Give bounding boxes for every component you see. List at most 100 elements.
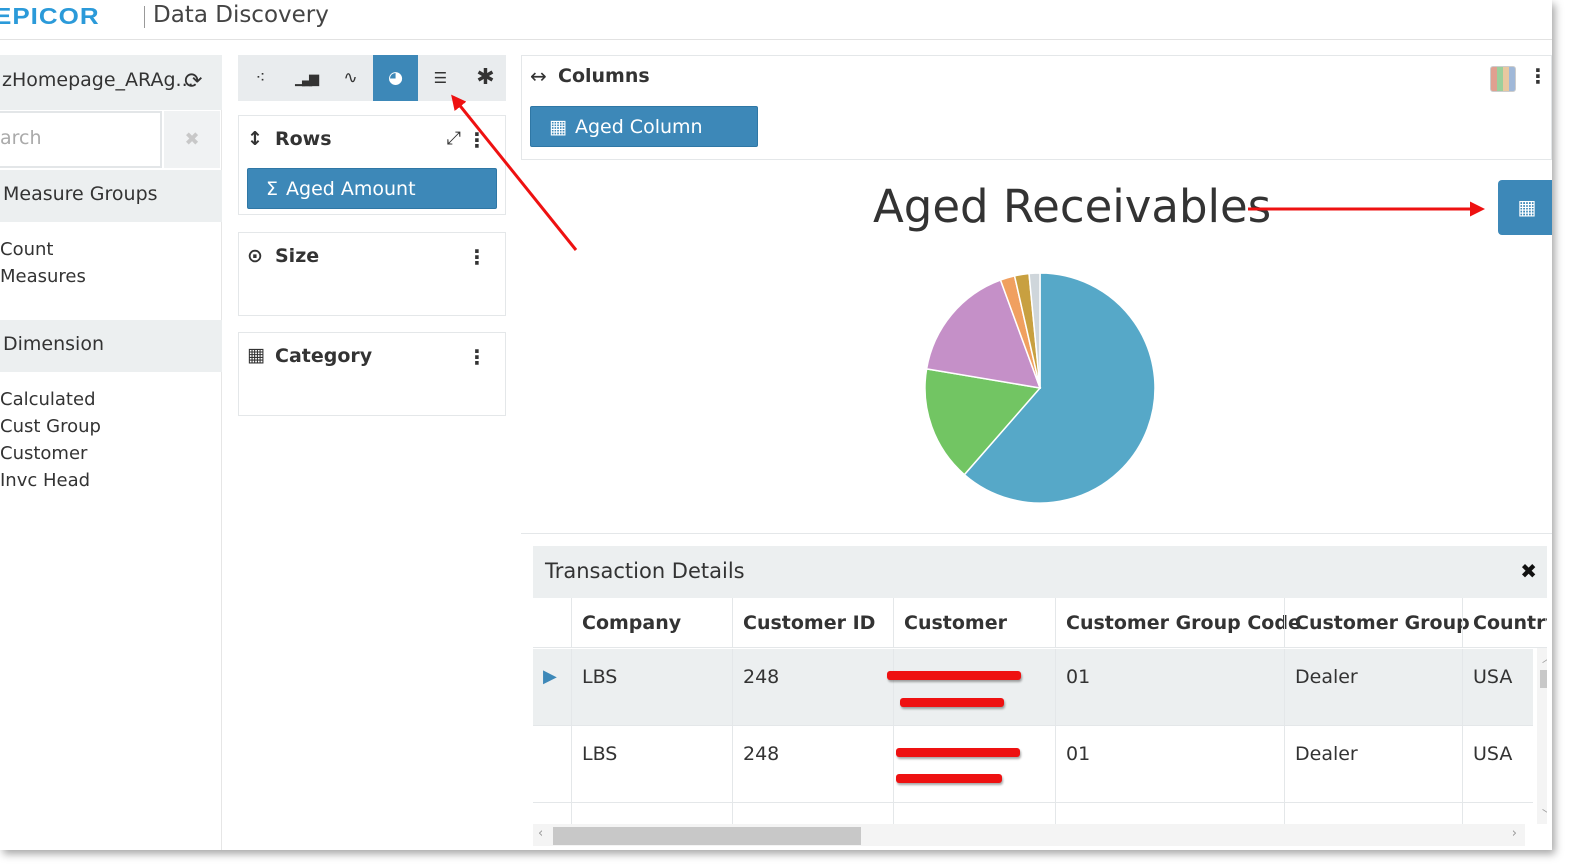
horizontal-arrows-icon: ↔ — [530, 64, 547, 88]
cell-partial — [893, 803, 1055, 824]
selected-row-icon: ▶ — [543, 666, 557, 687]
details-title: Transaction Details — [545, 559, 745, 583]
pie-chart — [924, 272, 1156, 504]
cell-customer-redacted — [887, 649, 1055, 726]
horizontal-scroll-thumb[interactable] — [553, 827, 861, 845]
table-row[interactable]: ▶ LBS 248 01 Dealer USA — [533, 649, 1533, 726]
transaction-details-panel: Transaction Details ✖ Company Customer I… — [521, 533, 1552, 850]
scatter-icon: ⁖ — [255, 68, 266, 88]
scatter-chart-button[interactable]: ⁖ — [238, 55, 283, 101]
refresh-icon[interactable]: ⟳ — [184, 69, 202, 94]
show-table-button[interactable]: ▦ — [1498, 180, 1552, 235]
scroll-right-icon[interactable]: › — [1512, 826, 1517, 841]
redaction-mark — [896, 774, 1002, 783]
scroll-left-icon[interactable]: ‹ — [538, 826, 543, 841]
scroll-up-icon[interactable]: ︿ — [1542, 650, 1547, 666]
columns-kebab-icon[interactable]: ⋮ — [1528, 64, 1548, 88]
cell-customer-id: 248 — [732, 649, 893, 726]
grid-header-row: Company Customer ID Customer Customer Gr… — [533, 598, 1547, 648]
cell-company: LBS — [571, 649, 732, 726]
sigma-icon: Σ — [266, 178, 279, 200]
grid-icon: ▦ — [247, 344, 265, 366]
redaction-mark — [887, 671, 1021, 680]
field-search-input[interactable] — [0, 113, 148, 163]
details-grid: Company Customer ID Customer Customer Gr… — [533, 598, 1547, 824]
cell-company: LBS — [571, 726, 732, 803]
table-row[interactable]: LBS 248 01 Dealer USA — [533, 726, 1533, 803]
cell-partial — [1284, 803, 1462, 824]
color-palette-icon[interactable] — [1490, 66, 1516, 92]
fields-panel: zHomepage_ARAg... ⟳ ✖ Measure Groups Cou… — [0, 55, 222, 850]
vertical-arrows-icon: ↕ — [247, 128, 263, 150]
chart-type-toolbar: ⁖ ▁▃▆ ∿ ◕ ☰ ✱ — [238, 55, 506, 101]
measure-groups-label: Measure Groups — [3, 183, 158, 205]
line-chart-button[interactable]: ∿ — [328, 55, 373, 101]
scroll-down-icon[interactable]: ﹀ — [1542, 806, 1547, 822]
table-icon: ▦ — [1517, 195, 1537, 219]
redaction-mark — [900, 698, 1004, 707]
clear-search-button[interactable]: ✖ — [164, 111, 220, 168]
size-card: ⊙ Size ⋮ — [238, 232, 506, 316]
star-icon: ✱ — [476, 65, 495, 90]
app-title: Data Discovery — [153, 2, 329, 28]
dimension-label: Dimension — [3, 333, 104, 355]
header-divider — [144, 6, 145, 28]
rows-title: Rows — [275, 128, 332, 150]
column-header-customer-group-code[interactable]: Customer Group Code — [1055, 598, 1301, 648]
dataset-selector[interactable]: zHomepage_ARAg... ⟳ — [0, 55, 222, 110]
horizontal-scrollbar[interactable]: ‹ › — [533, 824, 1525, 846]
chart-title: Aged Receivables — [873, 180, 1272, 233]
aged-column-pill[interactable]: ▦ Aged Column — [530, 106, 758, 147]
tree-item-measures[interactable]: Measures — [0, 266, 86, 287]
column-header-customer-id[interactable]: Customer ID — [732, 598, 893, 648]
cell-customer-group: Dealer — [1284, 726, 1462, 803]
column-header-country[interactable]: Country — [1462, 598, 1547, 648]
cell-customer-id: 248 — [732, 726, 893, 803]
cell-country: USA — [1462, 726, 1537, 803]
dimension-header[interactable]: Dimension — [0, 320, 222, 372]
table-view-button[interactable]: ☰ — [418, 55, 463, 101]
measure-groups-header[interactable]: Measure Groups — [0, 170, 222, 222]
tree-item-cust-group[interactable]: Cust Group — [0, 416, 101, 437]
cell-group-code: 01 — [1055, 726, 1284, 803]
category-kebab-icon[interactable]: ⋮ — [467, 345, 487, 369]
tree-item-calculated[interactable]: Calculated — [0, 389, 96, 410]
line-chart-icon: ∿ — [343, 68, 358, 88]
bar-chart-button[interactable]: ▁▃▆ — [283, 55, 328, 101]
cell-country: USA — [1462, 649, 1537, 726]
field-search-box[interactable] — [0, 111, 162, 168]
column-header-company[interactable]: Company — [571, 598, 732, 648]
dataset-name: zHomepage_ARAg... — [2, 69, 194, 91]
columns-shelf: ↔ Columns ⋮ ▦ Aged Column — [521, 55, 1552, 160]
aged-column-label: Aged Column — [574, 116, 703, 138]
tree-item-invc-head[interactable]: Invc Head — [0, 470, 90, 491]
size-kebab-icon[interactable]: ⋮ — [467, 245, 487, 269]
details-header: Transaction Details ✖ — [533, 546, 1547, 598]
epicor-logo: EPICOR — [0, 2, 100, 30]
target-icon: ⊙ — [247, 245, 263, 267]
vertical-scrollbar[interactable]: ︿ ﹀ — [1537, 648, 1547, 824]
app-window: EPICOR Data Discovery zHomepage_ARAg... … — [0, 0, 1552, 850]
pie-chart-button[interactable]: ◕ — [373, 55, 418, 101]
table-row-partial[interactable] — [533, 803, 1533, 824]
cell-partial — [1462, 803, 1537, 824]
vertical-scroll-thumb[interactable] — [1540, 670, 1547, 688]
star-chart-button[interactable]: ✱ — [463, 55, 508, 101]
tree-item-customer[interactable]: Customer — [0, 443, 87, 464]
expand-icon[interactable]: ⤢ — [447, 128, 461, 149]
cell-group-code: 01 — [1055, 649, 1284, 726]
aged-amount-pill[interactable]: Σ Aged Amount — [247, 168, 497, 209]
columns-title: Columns — [558, 65, 650, 87]
close-details-icon[interactable]: ✖ — [1520, 559, 1537, 583]
rows-kebab-icon[interactable]: ⋮ — [467, 128, 487, 152]
redaction-mark — [896, 748, 1020, 757]
rows-card: ↕ Rows ⤢ ⋮ Σ Aged Amount — [238, 115, 506, 215]
cell-customer-group: Dealer — [1284, 649, 1462, 726]
tree-item-count[interactable]: Count — [0, 239, 53, 260]
category-title: Category — [275, 345, 373, 367]
list-icon: ☰ — [433, 69, 448, 87]
cell-partial — [732, 803, 893, 824]
close-icon: ✖ — [184, 129, 200, 150]
column-header-customer-group[interactable]: Customer Group — [1284, 598, 1470, 648]
column-header-customer[interactable]: Customer — [893, 598, 1055, 648]
